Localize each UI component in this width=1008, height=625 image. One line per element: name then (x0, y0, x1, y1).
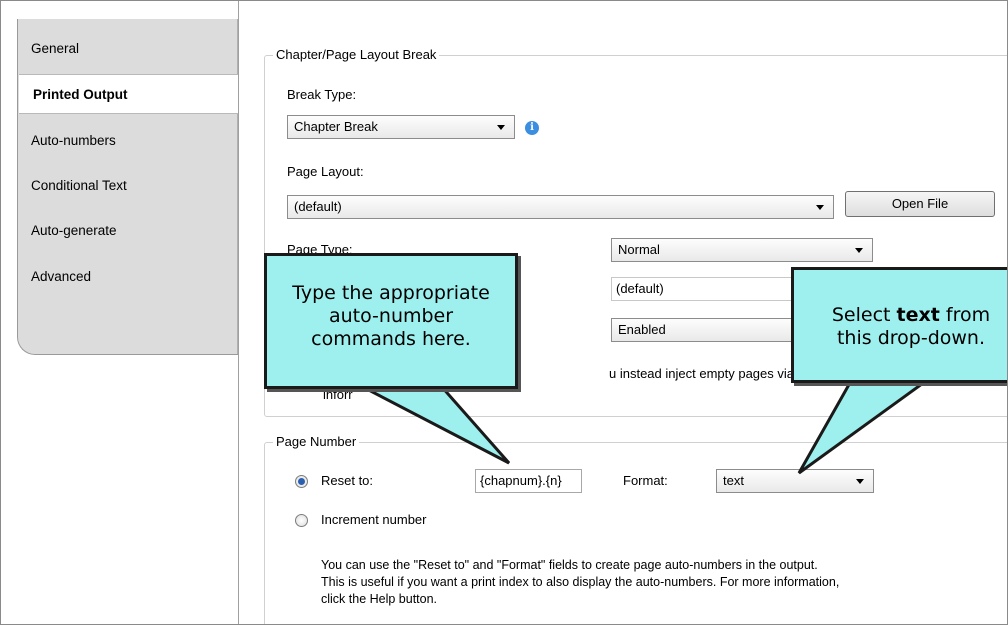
right-callout: Select text from this drop-down. (791, 267, 1007, 383)
break-type-label: Break Type: (287, 87, 357, 102)
right-callout-text-bold: text (896, 304, 940, 326)
layout-break-legend: Chapter/Page Layout Break (273, 47, 440, 62)
layout-second-field[interactable]: (default) (611, 277, 811, 301)
right-callout-text-prefix: Select (831, 304, 897, 326)
break-type-select[interactable]: Chapter Break (287, 115, 515, 139)
page-number-description-line-3: click the Help button. (321, 592, 438, 606)
sidebar-item-auto-numbers[interactable]: Auto-numbers (17, 121, 227, 161)
layout-third-value: Enabled (618, 322, 666, 337)
page-type-value: Normal (618, 242, 660, 257)
increment-number-radio[interactable] (295, 514, 308, 527)
format-value: text (723, 473, 744, 488)
sidebar-item-printed-output[interactable]: Printed Output (19, 74, 239, 114)
page-number-description-line-1: You can use the "Reset to" and "Format" … (321, 558, 818, 572)
sidebar-item-advanced[interactable]: Advanced (17, 257, 227, 297)
reset-to-radio[interactable] (295, 475, 308, 488)
page-layout-select[interactable]: (default) (287, 195, 834, 219)
page-layout-value: (default) (294, 199, 342, 214)
break-type-value: Chapter Break (294, 119, 378, 134)
chevron-down-icon (855, 248, 863, 253)
page-number-description-line-2: This is useful if you want a print index… (321, 575, 840, 589)
page-layout-label: Page Layout: (287, 164, 364, 179)
increment-number-label: Increment number (321, 512, 427, 527)
dialog-frame: General Printed Output Auto-numbers Cond… (0, 0, 1008, 625)
reset-to-label: Reset to: (321, 473, 374, 488)
sidebar-item-general[interactable]: General (17, 29, 227, 69)
sidebar-item-conditional-text[interactable]: Conditional Text (17, 166, 227, 206)
info-icon[interactable]: i (525, 121, 539, 135)
open-file-button[interactable]: Open File (845, 191, 995, 217)
sidebar-item-auto-generate[interactable]: Auto-generate (17, 211, 227, 251)
page-number-legend: Page Number (273, 434, 360, 449)
layout-note-text-2: inforr (323, 387, 353, 402)
chevron-down-icon (816, 205, 824, 210)
sidebar: General Printed Output Auto-numbers Cond… (1, 1, 239, 624)
chevron-down-icon (856, 479, 864, 484)
layout-third-select[interactable]: Enabled (611, 318, 811, 342)
chevron-down-icon (497, 125, 505, 130)
format-select[interactable]: text (716, 469, 874, 493)
format-label: Format: (623, 473, 668, 488)
page-type-select[interactable]: Normal (611, 238, 873, 262)
left-callout: Type the appropriate auto-number command… (264, 253, 518, 389)
left-callout-text: Type the appropriate auto-number command… (292, 282, 490, 350)
reset-to-input[interactable]: {chapnum}.{n} (475, 469, 582, 493)
